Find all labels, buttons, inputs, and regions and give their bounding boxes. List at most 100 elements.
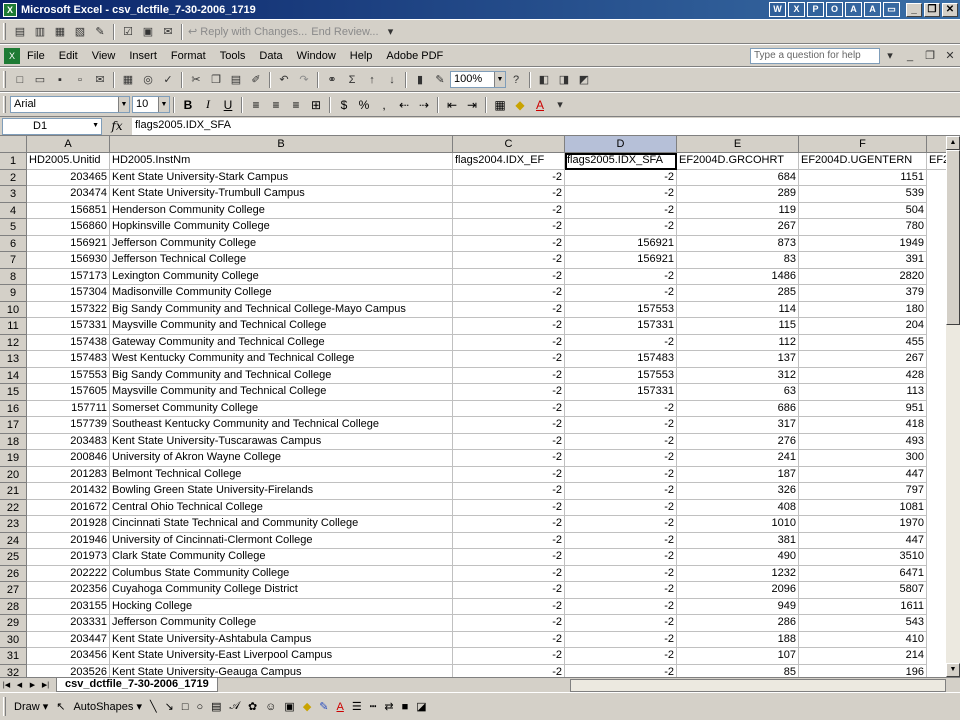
print-icon[interactable]: ▦	[118, 71, 138, 89]
table-cell[interactable]: 312	[677, 367, 799, 384]
table-cell[interactable]: 157553	[565, 367, 677, 384]
open-icon[interactable]: ▭	[30, 71, 50, 89]
table-cell[interactable]: 381	[677, 532, 799, 549]
table-cell[interactable]: 276	[677, 433, 799, 450]
prev-sheet-icon[interactable]: ◀	[13, 679, 26, 692]
autosum-button[interactable]: Σ	[342, 71, 362, 89]
column-header[interactable]	[927, 136, 946, 153]
zoom-select[interactable]: 100% ▼	[450, 71, 506, 88]
table-cell[interactable]: 300	[799, 450, 927, 467]
decrease-indent-icon[interactable]: ⇤	[442, 96, 462, 114]
edit-icon[interactable]: ✎	[90, 23, 110, 41]
table-cell[interactable]: -2	[453, 615, 565, 632]
column-header[interactable]: F	[799, 136, 927, 153]
toolbar-grip[interactable]	[3, 71, 6, 88]
fill-color-icon[interactable]: ◆	[510, 96, 530, 114]
table-cell[interactable]: 201946	[27, 532, 110, 549]
table-cell[interactable]: Gateway Community and Technical College	[110, 334, 453, 351]
redo-icon[interactable]: ↷	[294, 71, 314, 89]
table-cell[interactable]: -2	[565, 598, 677, 615]
column-header[interactable]: B	[110, 136, 453, 153]
print-preview-icon[interactable]: ◎	[138, 71, 158, 89]
table-cell[interactable]: 157605	[27, 384, 110, 401]
table-cell[interactable]: 289	[677, 186, 799, 203]
table-cell[interactable]: -2	[565, 648, 677, 665]
header-cell[interactable]: EF2004D.UGENTERN	[799, 153, 927, 170]
table-cell[interactable]: -2	[453, 648, 565, 665]
excel-task-icon[interactable]: X	[788, 2, 805, 17]
window-icon[interactable]: ▭	[883, 2, 900, 17]
header-cell[interactable]: flags2005.IDX_SFA	[565, 153, 677, 170]
table-cell[interactable]: -2	[453, 268, 565, 285]
spreadsheet-grid[interactable]: A B C D E F 1 HD2005.Unitid HD2005.InstNm flags20…	[0, 136, 946, 677]
menu-window[interactable]: Window	[290, 50, 343, 62]
table-cell[interactable]: University of Cincinnati-Clermont Colleg…	[110, 532, 453, 549]
row-header[interactable]: 22	[0, 499, 27, 516]
table-cell[interactable]: 2820	[799, 268, 927, 285]
menu-adobe-pdf[interactable]: Adobe PDF	[379, 50, 450, 62]
table-cell[interactable]: 428	[799, 367, 927, 384]
help-dropdown-icon[interactable]: ▾	[880, 47, 900, 65]
doc-minimize-button[interactable]: _	[900, 47, 920, 65]
email-icon[interactable]: ✉	[90, 71, 110, 89]
last-sheet-icon[interactable]: ▶|	[39, 679, 52, 692]
table-cell[interactable]: -2	[453, 532, 565, 549]
table-cell[interactable]: -2	[453, 384, 565, 401]
table-cell[interactable]: -2	[565, 582, 677, 599]
insert-function-button[interactable]: fx	[102, 119, 132, 133]
paste-icon[interactable]: ▤	[226, 71, 246, 89]
table-cell[interactable]: -2	[453, 318, 565, 335]
row-header[interactable]: 23	[0, 516, 27, 533]
row-header[interactable]: 32	[0, 664, 27, 677]
picture-icon[interactable]: ▣	[280, 697, 298, 717]
menu-file[interactable]: File	[20, 50, 52, 62]
close-button[interactable]: ✕	[942, 2, 958, 17]
scroll-up-icon[interactable]: ▲	[946, 136, 960, 150]
table-cell[interactable]: -2	[453, 582, 565, 599]
table-cell[interactable]: 203526	[27, 664, 110, 677]
draw-menu-button[interactable]: Draw ▾	[10, 697, 52, 717]
table-cell[interactable]: -2	[453, 351, 565, 368]
horizontal-scrollbar[interactable]	[570, 679, 946, 692]
chart-wizard-icon[interactable]: ▮	[410, 71, 430, 89]
table-cell[interactable]: -2	[453, 598, 565, 615]
next-sheet-icon[interactable]: ▶	[26, 679, 39, 692]
table-cell[interactable]: Maysville Community and Technical Colleg…	[110, 318, 453, 335]
new-icon[interactable]: □	[10, 71, 30, 89]
table-cell[interactable]: 157322	[27, 301, 110, 318]
reply-with-changes-button[interactable]: ↩ Reply with Changes...	[186, 23, 309, 41]
align-center-icon[interactable]: ≡	[266, 96, 286, 114]
align-left-icon[interactable]: ≡	[246, 96, 266, 114]
currency-button[interactable]: $	[334, 96, 354, 114]
table-cell[interactable]: 797	[799, 483, 927, 500]
dash-style-icon[interactable]: ┅	[366, 697, 381, 717]
table-cell[interactable]: Cincinnati State Technical and Community…	[110, 516, 453, 533]
table-cell[interactable]: 214	[799, 648, 927, 665]
table-cell[interactable]: 543	[799, 615, 927, 632]
row-header[interactable]: 10	[0, 301, 27, 318]
doc-close-button[interactable]: ✕	[940, 47, 960, 65]
table-cell[interactable]: -2	[565, 186, 677, 203]
toolbar-grip[interactable]	[3, 23, 6, 40]
select-all-corner[interactable]	[0, 136, 27, 153]
font-color-button[interactable]: A	[333, 697, 348, 717]
row-header[interactable]: 20	[0, 466, 27, 483]
word-icon[interactable]: W	[769, 2, 786, 17]
fill-color-icon[interactable]: ◆	[299, 697, 315, 717]
table-cell[interactable]: -2	[453, 169, 565, 186]
table-cell[interactable]: 201283	[27, 466, 110, 483]
table-cell[interactable]: 1232	[677, 565, 799, 582]
table-cell[interactable]: Lexington Community College	[110, 268, 453, 285]
table-cell[interactable]: 1010	[677, 516, 799, 533]
row-header[interactable]: 16	[0, 400, 27, 417]
pdf-icon[interactable]: A	[864, 2, 881, 17]
format-painter-icon[interactable]: ✐	[246, 71, 266, 89]
chevron-down-icon[interactable]: ▼	[494, 72, 505, 87]
row-header[interactable]: 29	[0, 615, 27, 632]
table-cell[interactable]: 203465	[27, 169, 110, 186]
table-cell[interactable]: 157483	[27, 351, 110, 368]
table-cell[interactable]: 951	[799, 400, 927, 417]
table-cell[interactable]: 447	[799, 466, 927, 483]
table-cell[interactable]: -2	[565, 169, 677, 186]
row-header[interactable]: 21	[0, 483, 27, 500]
